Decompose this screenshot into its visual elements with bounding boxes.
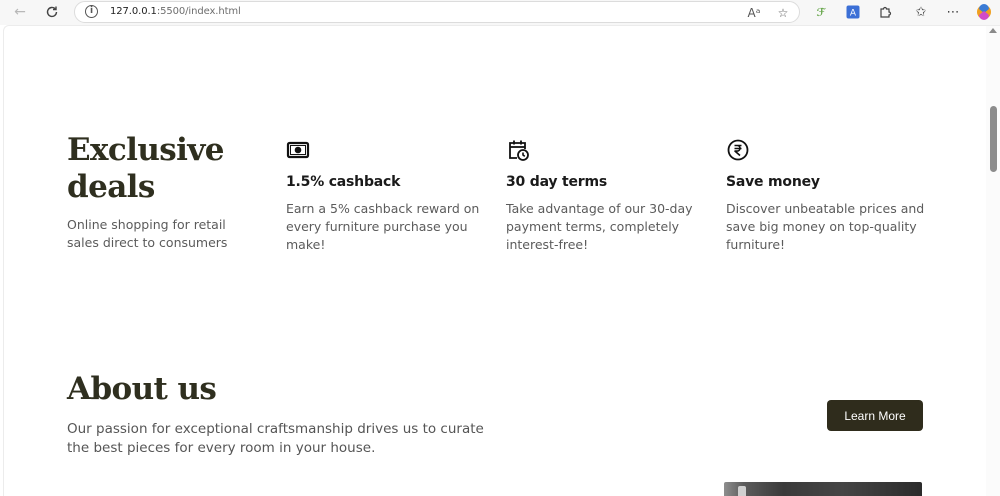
feature-title: Save money — [726, 174, 820, 190]
more-icon[interactable]: ⋯ — [944, 3, 962, 21]
svg-text:A: A — [850, 9, 857, 19]
feature-save-money: Save money Discover unbeatable prices an… — [726, 138, 926, 254]
read-aloud-icon[interactable]: Aᵃ — [745, 4, 763, 22]
calendar-clock-icon — [506, 138, 530, 162]
rupee-icon — [726, 138, 750, 162]
about-image — [724, 482, 922, 496]
info-icon[interactable]: i — [85, 5, 98, 18]
feature-title: 30 day terms — [506, 174, 608, 190]
about-text: Our passion for exceptional craftsmanshi… — [67, 421, 484, 456]
about-heading: About us — [67, 371, 217, 407]
feature-title: 1.5% cashback — [286, 174, 401, 190]
browser-toolbar: ← i 127.0.0.1:5500/index.html Aᵃ ☆ ℱ A ✩… — [0, 0, 1000, 25]
extension-icon[interactable]: ℱ — [812, 3, 830, 21]
learn-more-button[interactable]: Learn More — [827, 400, 923, 431]
translate-icon[interactable]: A — [844, 3, 862, 21]
copilot-icon[interactable] — [975, 3, 993, 21]
deals-heading: Exclusive deals — [67, 132, 224, 205]
feature-text: Discover unbeatable prices and save big … — [726, 201, 925, 252]
feature-text: Take advantage of our 30-day payment ter… — [506, 201, 693, 252]
page-viewport: Exclusive deals Online shopping for reta… — [3, 25, 1000, 496]
address-bar[interactable]: i 127.0.0.1:5500/index.html Aᵃ ☆ — [74, 1, 800, 23]
feature-text: Earn a 5% cashback reward on every furni… — [286, 201, 480, 252]
feature-cashback: 1.5% cashback Earn a 5% cashback reward … — [286, 138, 486, 254]
back-icon[interactable]: ← — [10, 3, 30, 21]
lamp-image-detail — [738, 486, 746, 496]
favorite-star-icon[interactable]: ☆ — [774, 4, 792, 22]
feature-terms: 30 day terms Take advantage of our 30-da… — [506, 138, 706, 254]
deals-subtitle: Online shopping for retail sales direct … — [67, 217, 228, 250]
url-text[interactable]: 127.0.0.1:5500/index.html — [110, 6, 241, 17]
scroll-up-arrow-icon[interactable] — [989, 28, 997, 33]
refresh-icon[interactable] — [42, 3, 62, 21]
extensions-puzzle-icon[interactable] — [876, 3, 894, 21]
favorites-icon[interactable]: ✩ — [912, 3, 930, 21]
scrollbar-thumb[interactable] — [990, 106, 997, 172]
vertical-scrollbar[interactable] — [986, 26, 1000, 496]
cash-icon — [286, 138, 310, 162]
